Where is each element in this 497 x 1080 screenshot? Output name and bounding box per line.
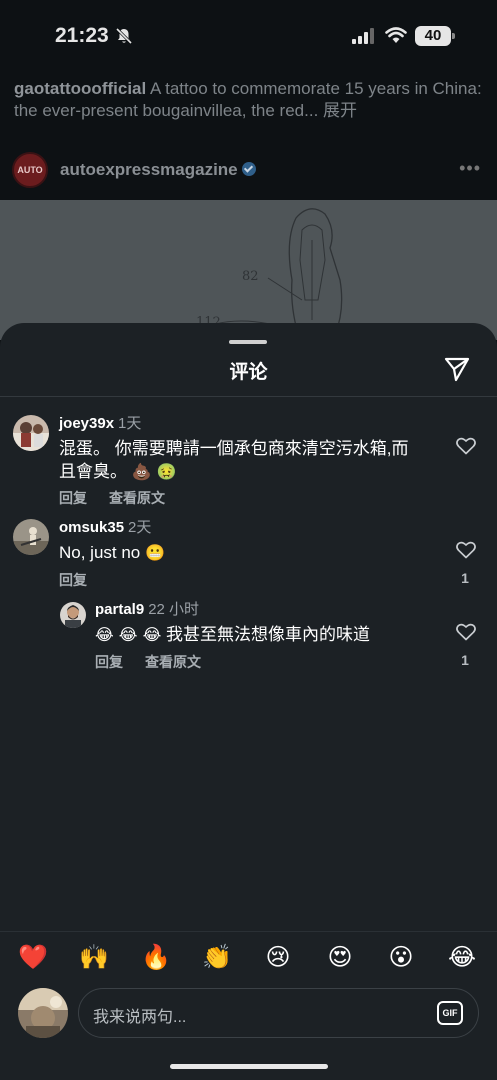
reply-button[interactable]: 回复 (59, 572, 87, 588)
bell-slash-icon (115, 27, 133, 45)
comment-text-line: 我甚至無法想像車內的味道 (166, 625, 370, 644)
reply-button[interactable]: 回复 (95, 654, 123, 670)
current-user-avatar[interactable] (18, 988, 68, 1038)
reaction-heart-emoji[interactable]: ❤️ (18, 940, 48, 974)
comment-text: 混蛋。 你需要聘請一個承包商來清空污水箱,而 且會臭。 💩 🤢 (59, 437, 439, 483)
reply-item: partal9 22 小时 😂 😂 😂 我甚至無法想像車內的味道 回复 查看原文 1 (0, 599, 497, 675)
expand-caption-link[interactable]: 展开 (323, 101, 357, 120)
comment-username[interactable]: joey39x (59, 415, 114, 432)
post-avatar[interactable]: AUTO (12, 152, 48, 188)
comment-input-placeholder[interactable]: 我来说两句... (93, 1003, 186, 1027)
battery-icon: 40 (415, 26, 455, 46)
comment-text: No, just no 😬 (59, 541, 439, 564)
comment-actions: 回复 (59, 570, 109, 590)
heart-icon[interactable] (456, 437, 476, 455)
see-translation-button[interactable]: 查看原文 (109, 490, 165, 506)
wifi-icon (385, 27, 407, 43)
reaction-surprised-emoji[interactable]: 😮 (386, 940, 416, 974)
comment-item: joey39x 1天 混蛋。 你需要聘請一個承包商來清空污水箱,而 且會臭。 💩 … (0, 413, 497, 513)
heart-icon[interactable] (456, 541, 476, 559)
reaction-clap-emoji[interactable]: 👏 (202, 940, 232, 974)
reaction-heart-eyes-emoji[interactable]: 😍 (325, 940, 355, 974)
verified-badge-icon (241, 162, 256, 176)
previous-post-caption[interactable]: gaotattooofficial A tattoo to commemorat… (14, 78, 486, 122)
comment-emojis: 💩 🤢 (131, 462, 177, 481)
comment-username[interactable]: omsuk35 (59, 519, 124, 536)
comment-text: 😂 😂 😂 我甚至無法想像車內的味道 (95, 623, 445, 646)
footer-divider (0, 931, 497, 932)
avatar[interactable] (13, 519, 49, 555)
comment-emojis: 😬 (145, 543, 165, 562)
sheet-title: 评论 (229, 362, 268, 383)
comment-actions: 回复 查看原文 (59, 488, 187, 508)
post-username-text[interactable]: autoexpressmagazine (60, 160, 238, 179)
avatar[interactable] (13, 415, 49, 451)
sheet-divider (0, 396, 497, 397)
comment-item: omsuk35 2天 No, just no 😬 回复 1 (0, 517, 497, 593)
reply-button[interactable]: 回复 (59, 490, 87, 506)
home-indicator (170, 1064, 328, 1069)
reaction-crying-emoji[interactable]: 😢 (263, 940, 293, 974)
see-translation-button[interactable]: 查看原文 (145, 654, 201, 670)
reaction-raised-hands-emoji[interactable]: 🙌 (79, 940, 109, 974)
heart-icon[interactable] (456, 623, 476, 641)
comment-header: partal9 22 小时 (95, 601, 199, 619)
gif-button[interactable]: GIF (437, 1001, 463, 1025)
reaction-laughing-emoji[interactable]: 😂 (447, 940, 477, 974)
figure-label-82: 82 (242, 269, 259, 284)
comment-text-line: 混蛋。 你需要聘請一個承包商來清空污水箱,而 (59, 439, 409, 458)
comment-header: joey39x 1天 (59, 415, 141, 433)
comment-time: 22 小时 (148, 601, 200, 618)
more-horizontal-icon[interactable]: ••• (459, 158, 481, 179)
status-bar: 21:23 40 (0, 0, 497, 70)
comment-input[interactable]: 我来说两句... GIF (78, 988, 479, 1038)
quick-reactions-bar: ❤️ 🙌 🔥 👏 😢 😍 😮 😂 (0, 940, 497, 976)
like-count: 1 (461, 652, 469, 668)
send-icon[interactable] (443, 355, 471, 383)
avatar[interactable] (60, 602, 86, 628)
sheet-grabber[interactable] (229, 340, 267, 344)
status-time: 21:23 (55, 24, 109, 47)
post-username[interactable]: autoexpressmagazine (60, 160, 256, 180)
comment-time: 2天 (128, 519, 152, 536)
post-image[interactable]: 82 112 (0, 200, 497, 340)
comment-username[interactable]: partal9 (95, 601, 144, 618)
comment-text-line: 且會臭。 💩 🤢 (59, 460, 439, 483)
comment-time: 1天 (118, 415, 142, 432)
comment-emojis: 😂 😂 😂 (95, 625, 162, 644)
reaction-fire-emoji[interactable]: 🔥 (141, 940, 171, 974)
comment-actions: 回复 查看原文 (95, 652, 223, 672)
comment-header: omsuk35 2天 (59, 519, 151, 537)
patent-drawing-illustration: 82 112 (196, 208, 343, 340)
comment-text-line: No, just no (59, 543, 141, 562)
post-header: AUTO autoexpressmagazine ••• (0, 150, 497, 194)
signal-icon (352, 28, 374, 44)
like-count: 1 (461, 570, 469, 586)
comment-text-line2: 且會臭。 (59, 462, 127, 481)
caption-username[interactable]: gaotattooofficial (14, 79, 146, 98)
